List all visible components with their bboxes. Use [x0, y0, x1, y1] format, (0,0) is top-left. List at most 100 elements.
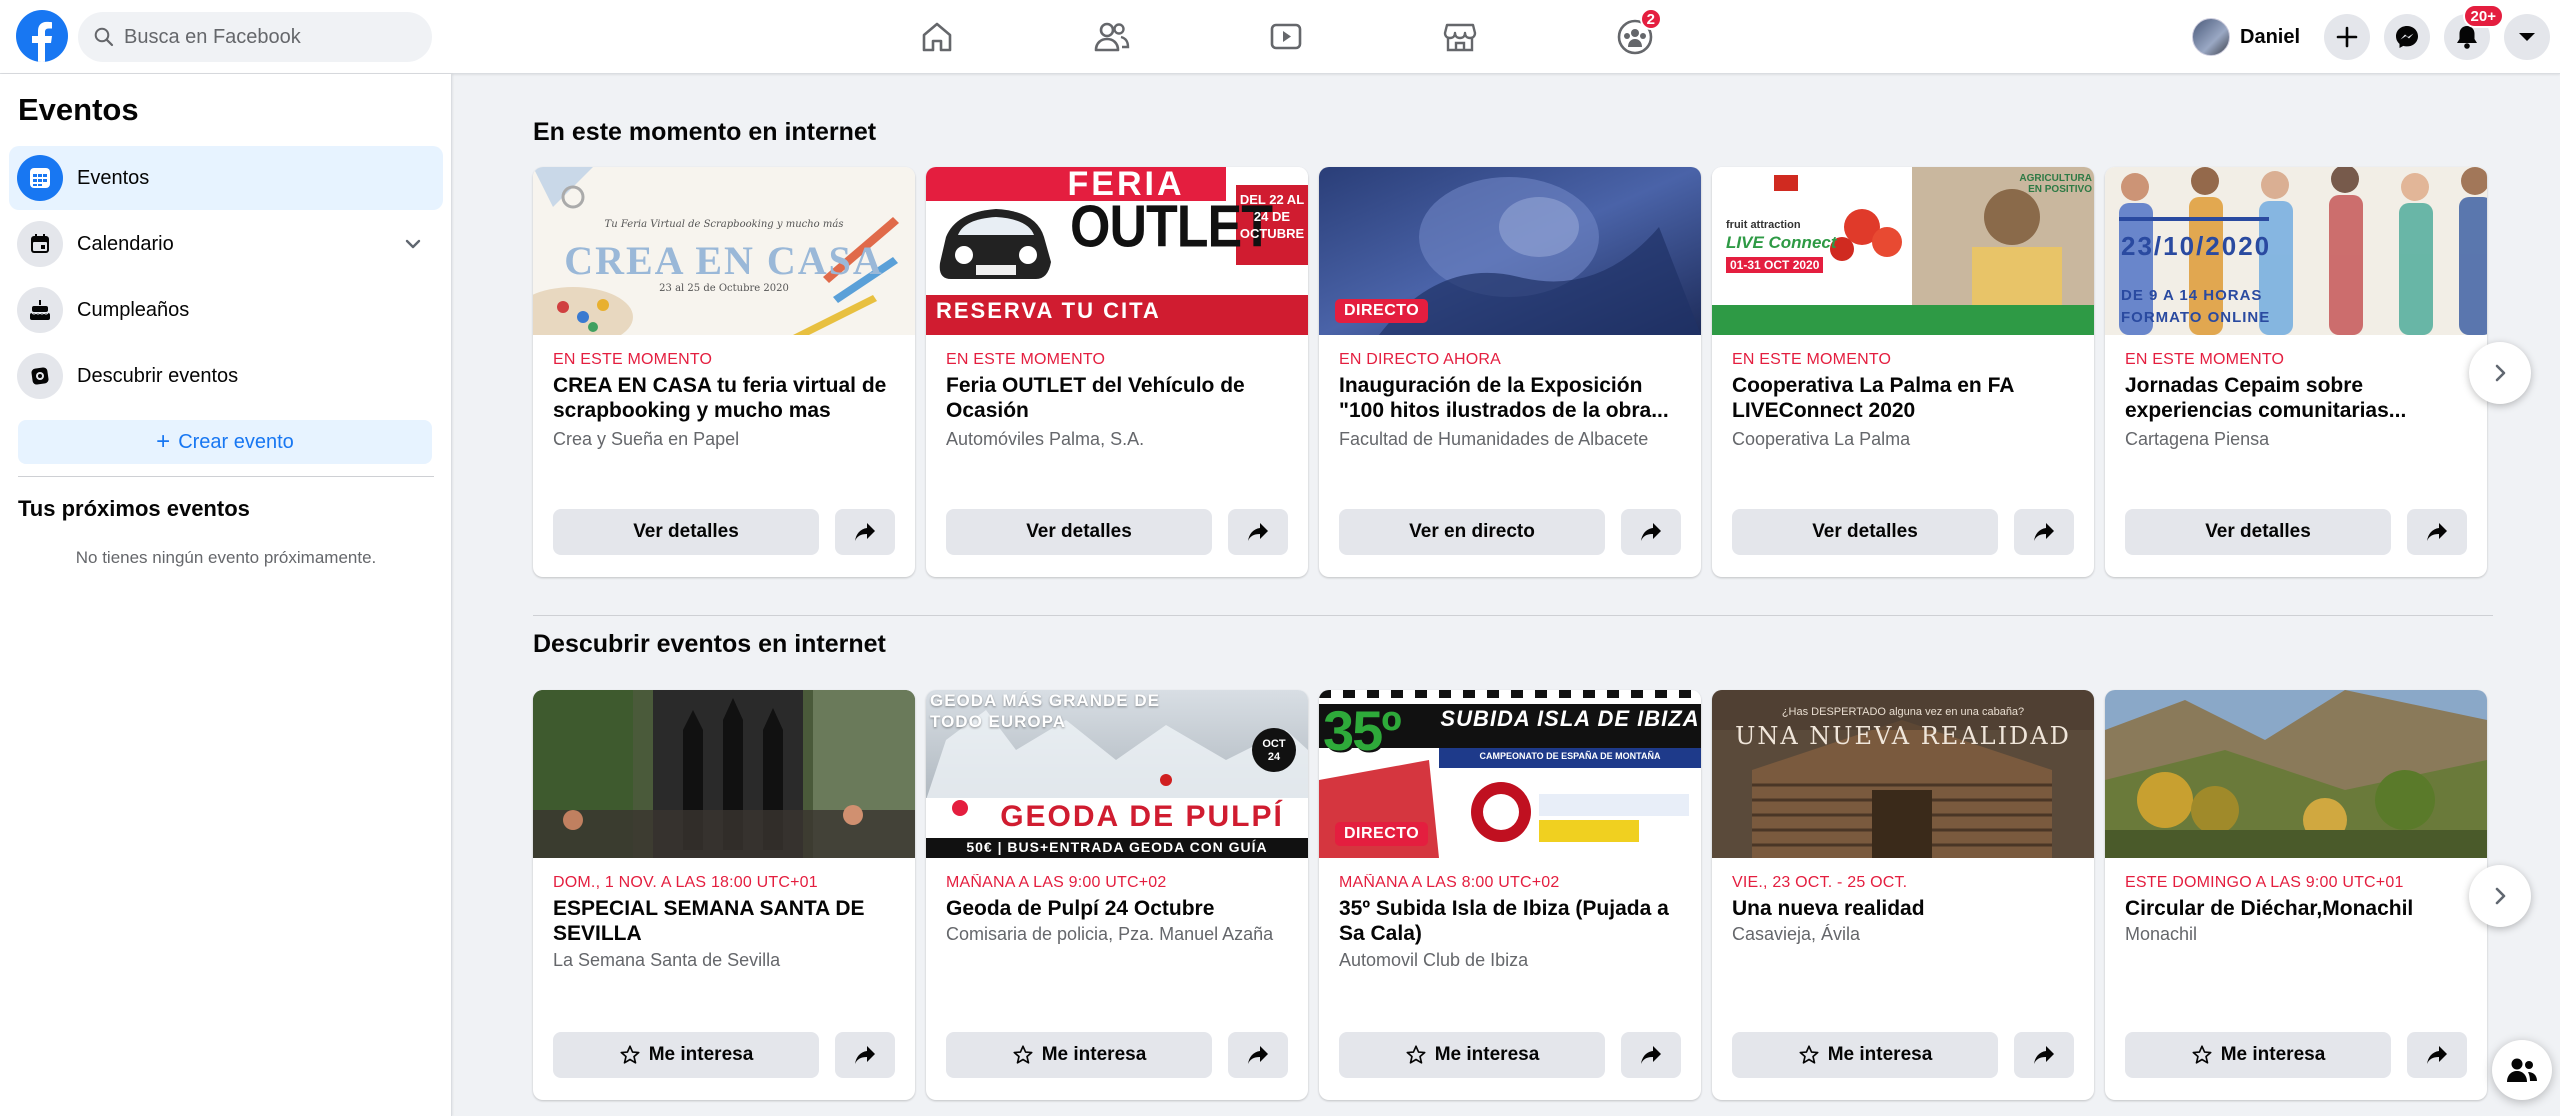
event-image[interactable]: GEODA MÁS GRANDE DE TODO EUROPA OCT 24 G… — [926, 690, 1308, 858]
share-button[interactable] — [2014, 509, 2074, 555]
event-location[interactable]: Casavieja, Ávila — [1732, 922, 2082, 946]
profile-link[interactable]: Daniel — [2192, 16, 2300, 58]
event-card[interactable]: DOM., 1 NOV. A LAS 18:00 UTC+01 ESPECIAL… — [533, 690, 915, 1100]
event-card[interactable]: GEODA MÁS GRANDE DE TODO EUROPA OCT 24 G… — [926, 690, 1308, 1100]
event-card[interactable]: ESTE DOMINGO A LAS 9:00 UTC+01 Circular … — [2105, 690, 2487, 1100]
interested-button[interactable]: Me interesa — [2125, 1032, 2391, 1078]
details-button[interactable]: Ver detalles — [553, 509, 819, 555]
details-button-label: Ver detalles — [633, 521, 739, 542]
sidebar: Eventos Eventos Calendario Cumpleaños De… — [0, 74, 452, 1116]
interested-button[interactable]: Me interesa — [1339, 1032, 1605, 1078]
event-image[interactable]: FERIA OUTLET DEL 22 AL 24 DE OCTUBRE RES… — [926, 167, 1308, 335]
event-title[interactable]: Circular de Diéchar,Monachil — [2125, 896, 2475, 921]
share-button[interactable] — [835, 509, 895, 555]
event-image[interactable]: ¿Has DESPERTADO alguna vez en una cabaña… — [1712, 690, 2094, 858]
event-host[interactable]: Crea y Sueña en Papel — [553, 427, 903, 451]
share-button[interactable] — [2014, 1032, 2074, 1078]
sidebar-item-descubrir[interactable]: Descubrir eventos — [9, 344, 443, 408]
event-image[interactable] — [533, 690, 915, 858]
event-title[interactable]: ESPECIAL SEMANA SANTA DE SEVILLA — [553, 896, 903, 946]
create-event-label: Crear evento — [178, 430, 294, 453]
notifications-button[interactable]: 20+ — [2444, 4, 2504, 60]
event-image[interactable]: Tu Feria Virtual de Scrapbooking y mucho… — [533, 167, 915, 335]
event-host[interactable]: Facultad de Humanidades de Albacete — [1339, 427, 1689, 451]
event-title[interactable]: CREA EN CASA tu feria virtual de scrapbo… — [553, 373, 903, 423]
share-button[interactable] — [1621, 509, 1681, 555]
marketplace-icon — [1443, 23, 1477, 52]
interested-label: Me interesa — [648, 1044, 754, 1065]
sidebar-item-calendario[interactable]: Calendario — [9, 212, 443, 276]
event-title[interactable]: Feria OUTLET del Vehículo de Ocasión — [946, 373, 1296, 423]
event-title[interactable]: Una nueva realidad — [1732, 896, 2082, 921]
discover-icon — [17, 353, 63, 399]
messenger-button[interactable] — [2384, 14, 2430, 60]
share-button[interactable] — [1228, 1032, 1288, 1078]
event-card[interactable]: fruit attraction LIVE Connect 01-31 OCT … — [1712, 167, 2094, 577]
search-bar[interactable] — [78, 12, 432, 62]
image-text: LIVE Connect — [1726, 233, 1837, 252]
event-card[interactable]: Tu Feria Virtual de Scrapbooking y mucho… — [533, 167, 915, 577]
event-date: EN ESTE MOMENTO — [2125, 351, 2285, 368]
share-button[interactable] — [1621, 1032, 1681, 1078]
avatar — [2192, 18, 2230, 56]
create-button[interactable] — [2324, 14, 2370, 60]
image-text: 23/10/2020 — [2121, 231, 2272, 261]
details-button-label: Ver detalles — [1026, 521, 1132, 542]
event-host[interactable]: Cooperativa La Palma — [1732, 427, 2082, 451]
event-host[interactable]: Cartagena Piensa — [2125, 427, 2475, 451]
sidebar-item-cumpleanos[interactable]: Cumpleaños — [9, 278, 443, 342]
carousel-next-button[interactable] — [2469, 865, 2531, 927]
event-date: EN DIRECTO AHORA — [1339, 351, 1502, 368]
live-badge: DIRECTO — [1335, 299, 1429, 323]
event-location[interactable]: Monachil — [2125, 922, 2475, 946]
nav-home[interactable] — [912, 12, 962, 62]
nav-friends[interactable] — [1087, 12, 1137, 62]
event-image[interactable]: fruit attraction LIVE Connect 01-31 OCT … — [1712, 167, 2094, 335]
event-host[interactable]: Automóviles Palma, S.A. — [946, 427, 1296, 451]
event-location[interactable]: Comisaria de policia, Pza. Manuel Azaña — [946, 922, 1296, 946]
event-image[interactable]: 23/10/2020 DE 9 A 14 HORAS FORMATO ONLIN… — [2105, 167, 2487, 335]
event-date: EN ESTE MOMENTO — [946, 351, 1106, 368]
event-host[interactable]: Automovil Club de Ibiza — [1339, 948, 1689, 972]
event-card[interactable]: FERIA OUTLET DEL 22 AL 24 DE OCTUBRE RES… — [926, 167, 1308, 577]
interested-button[interactable]: Me interesa — [1732, 1032, 1998, 1078]
watch-live-button[interactable]: Ver en directo — [1339, 509, 1605, 555]
event-title[interactable]: Cooperativa La Palma en FA LIVEConnect 2… — [1732, 373, 2082, 423]
details-button[interactable]: Ver detalles — [946, 509, 1212, 555]
event-card[interactable]: 35º SUBIDA ISLA DE IBIZA CAMPEONATO DE E… — [1319, 690, 1701, 1100]
event-title[interactable]: Inauguración de la Exposición "100 hitos… — [1339, 373, 1689, 423]
details-button-label: Ver detalles — [2205, 521, 2311, 542]
interested-button[interactable]: Me interesa — [553, 1032, 819, 1078]
details-button[interactable]: Ver detalles — [2125, 509, 2391, 555]
event-image[interactable]: 35º SUBIDA ISLA DE IBIZA CAMPEONATO DE E… — [1319, 690, 1701, 858]
event-title[interactable]: 35º Subida Isla de Ibiza (Pujada a Sa Ca… — [1339, 896, 1689, 946]
event-host[interactable]: La Semana Santa de Sevilla — [553, 948, 903, 972]
facebook-logo[interactable] — [16, 10, 68, 62]
share-button[interactable] — [2407, 1032, 2467, 1078]
nav-watch[interactable] — [1261, 12, 1311, 62]
create-event-button[interactable]: + Crear evento — [18, 420, 432, 464]
interested-button[interactable]: Me interesa — [946, 1032, 1212, 1078]
event-image[interactable] — [2105, 690, 2487, 858]
image-text: CREA EN CASA — [564, 238, 884, 283]
share-button[interactable] — [835, 1032, 895, 1078]
details-button[interactable]: Ver detalles — [1732, 509, 1998, 555]
nav-groups[interactable]: 2 — [1610, 8, 1662, 62]
event-card[interactable]: ¿Has DESPERTADO alguna vez en una cabaña… — [1712, 690, 2094, 1100]
event-title[interactable]: Geoda de Pulpí 24 Octubre — [946, 896, 1296, 921]
chevron-down-icon[interactable] — [403, 234, 423, 254]
search-input[interactable] — [124, 25, 404, 49]
nav-marketplace[interactable] — [1435, 12, 1485, 62]
share-button[interactable] — [1228, 509, 1288, 555]
event-title[interactable]: Jornadas Cepaim sobre experiencias comun… — [2125, 373, 2475, 423]
new-chat-button[interactable] — [2492, 1040, 2552, 1100]
event-card[interactable]: 23/10/2020 DE 9 A 14 HORAS FORMATO ONLIN… — [2105, 167, 2487, 577]
sidebar-item-label: Eventos — [77, 166, 150, 189]
carousel-next-button[interactable] — [2469, 342, 2531, 404]
account-menu-button[interactable] — [2504, 14, 2550, 60]
sidebar-item-eventos[interactable]: Eventos — [9, 146, 443, 210]
event-image[interactable]: DIRECTO — [1319, 167, 1701, 335]
chevron-right-icon — [2495, 364, 2506, 382]
share-button[interactable] — [2407, 509, 2467, 555]
event-card[interactable]: DIRECTO EN DIRECTO AHORA Inauguración de… — [1319, 167, 1701, 577]
